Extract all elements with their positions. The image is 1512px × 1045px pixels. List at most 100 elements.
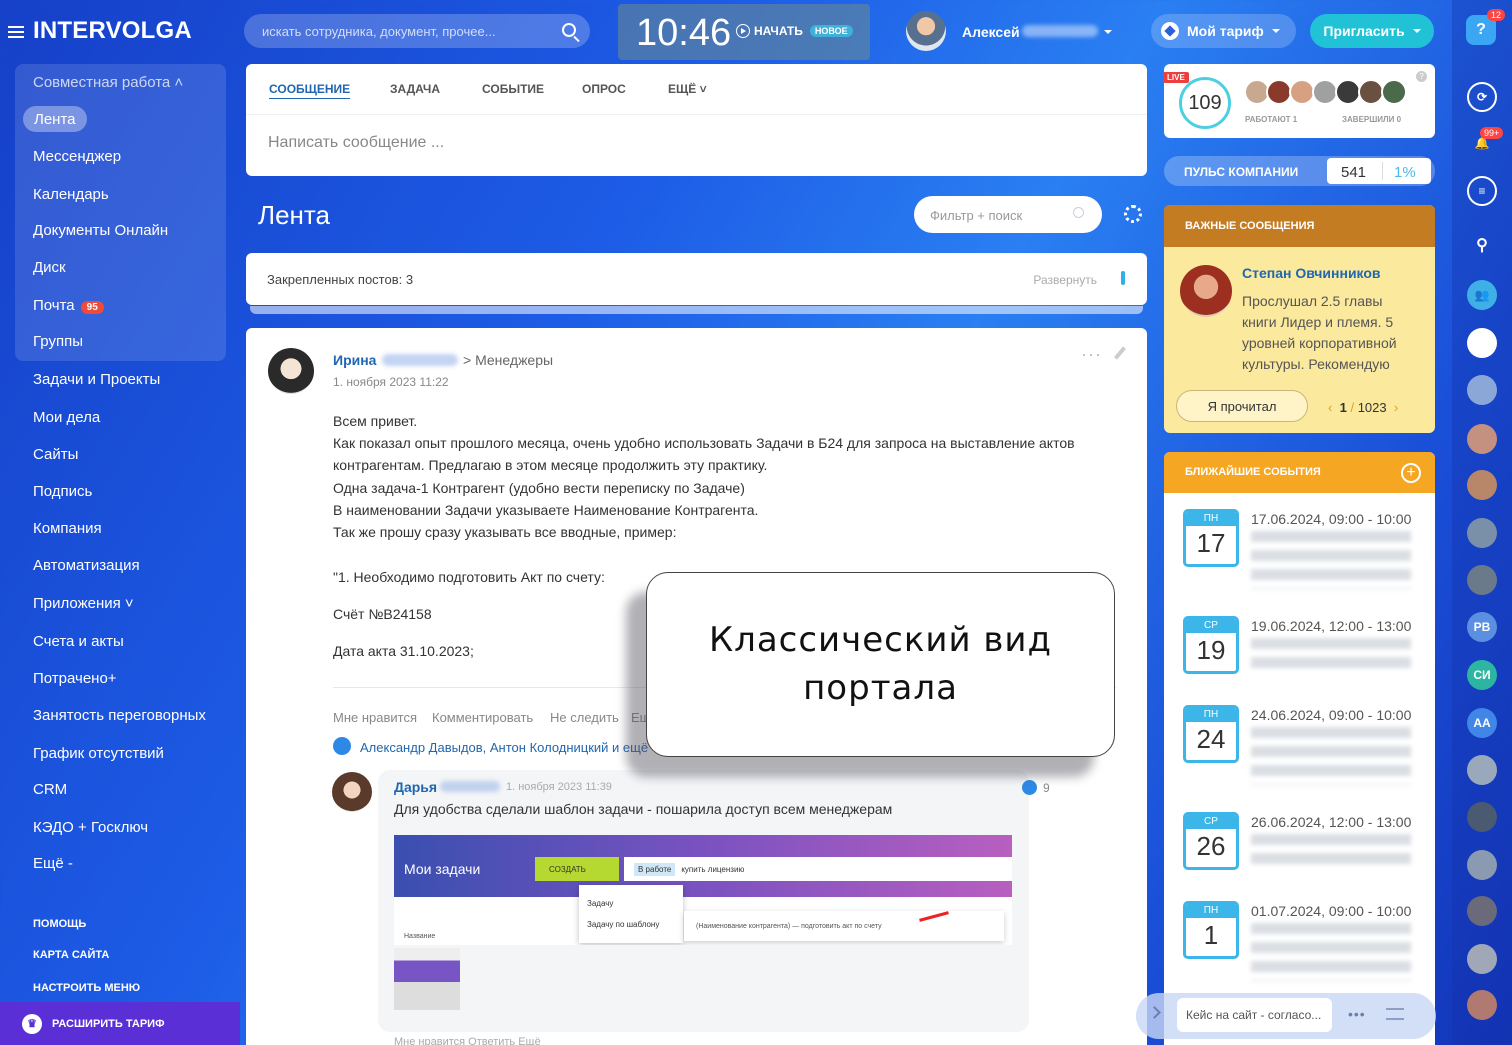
start-workday-button[interactable]: НАЧАТЬ НОВОЕ xyxy=(736,24,853,38)
help-link[interactable]: ПОМОЩЬ xyxy=(33,918,86,930)
sidebar-item-spent[interactable]: Потрачено+ xyxy=(33,670,117,687)
avatar[interactable] xyxy=(1180,265,1232,317)
sidebar-item-sign[interactable]: Подпись xyxy=(33,483,92,500)
like-icon[interactable] xyxy=(1022,780,1037,795)
avatar[interactable] xyxy=(1467,470,1497,500)
chat-icon[interactable]: ≡ xyxy=(1467,176,1497,206)
sidebar-item-feed[interactable]: Лента xyxy=(34,111,76,128)
post-author[interactable]: Ирина xyxy=(333,352,376,368)
worktime-widget[interactable]: 10:46 НАЧАТЬ НОВОЕ xyxy=(618,4,870,60)
comment-author[interactable]: Дарья xyxy=(394,779,437,795)
avatar[interactable] xyxy=(1467,424,1497,454)
important-author[interactable]: Степан Овчинников xyxy=(1242,265,1381,281)
attachment-thumbnail[interactable] xyxy=(394,948,460,1010)
add-event-button[interactable]: + xyxy=(1401,463,1421,483)
avatar[interactable]: РВ xyxy=(1467,612,1497,642)
event-time[interactable]: 19.06.2024, 12:00 - 13:00 xyxy=(1251,618,1411,634)
avatar[interactable] xyxy=(268,348,314,394)
event-title-blurred[interactable] xyxy=(1251,923,1411,981)
feed-filter-input[interactable]: Фильтр + поиск xyxy=(914,196,1102,233)
info-icon[interactable]: ? xyxy=(1416,71,1427,82)
tab-event[interactable]: СОБЫТИЕ xyxy=(482,82,544,96)
chat-preview[interactable]: Кейс на сайт - согласо... xyxy=(1177,998,1332,1032)
event-date[interactable]: ПН 1 xyxy=(1183,901,1239,959)
sidebar-item-company[interactable]: Компания xyxy=(33,520,102,537)
group-chat-icon[interactable]: 👥 xyxy=(1467,280,1497,310)
search-icon[interactable]: ⚲ xyxy=(1467,230,1497,260)
avatar[interactable]: СИ xyxy=(1467,660,1497,690)
event-date[interactable]: СР 19 xyxy=(1183,616,1239,674)
tab-more[interactable]: ЕЩЁ ˅ xyxy=(668,82,707,96)
sidebar-item-kedo[interactable]: КЭДО + Госключ xyxy=(33,819,148,836)
sidebar-item-mail[interactable]: Почта 95 xyxy=(33,297,104,314)
tab-poll[interactable]: ОПРОС xyxy=(582,82,626,96)
pin-icon[interactable] xyxy=(1121,271,1125,285)
avatar[interactable] xyxy=(332,772,372,812)
search-box[interactable] xyxy=(244,14,590,48)
company-pulse[interactable]: ПУЛЬС КОМПАНИИ 541 1% xyxy=(1164,156,1435,186)
like-button[interactable]: Мне нравится xyxy=(333,710,417,725)
upgrade-tariff-button[interactable]: ♛ РАСШИРИТЬ ТАРИФ xyxy=(0,1002,240,1045)
search-icon[interactable] xyxy=(562,23,576,37)
avatar[interactable] xyxy=(1467,328,1497,358)
avatar[interactable] xyxy=(1467,990,1497,1020)
invite-button[interactable]: Пригласить xyxy=(1310,14,1434,48)
avatar[interactable] xyxy=(1467,944,1497,974)
event-date[interactable]: ПН 17 xyxy=(1183,509,1239,567)
more-icon[interactable]: ••• xyxy=(1348,1006,1366,1022)
sidebar-item-groups[interactable]: Группы xyxy=(33,333,83,350)
unfollow-button[interactable]: Не следить xyxy=(550,710,619,725)
sidebar-item-calendar[interactable]: Календарь xyxy=(33,186,109,203)
avatar[interactable] xyxy=(1381,79,1407,105)
likes-list[interactable]: Александр Давыдов, Антон Колодницкий и е… xyxy=(360,740,648,755)
sidebar-item-apps[interactable]: Приложения ˅ xyxy=(33,595,134,612)
event-title-blurred[interactable] xyxy=(1251,727,1411,785)
user-avatar[interactable] xyxy=(906,11,946,51)
avatar[interactable] xyxy=(1467,896,1497,926)
configure-menu-link[interactable]: НАСТРОИТЬ МЕНЮ xyxy=(33,982,140,994)
avatar[interactable] xyxy=(1467,755,1497,785)
menu-icon[interactable] xyxy=(1386,1008,1404,1020)
user-name[interactable]: Алексей xyxy=(962,24,1020,40)
event-time[interactable]: 24.06.2024, 09:00 - 10:00 xyxy=(1251,707,1411,723)
sidebar-item-crm[interactable]: CRM xyxy=(33,781,67,798)
event-title-blurred[interactable] xyxy=(1251,834,1411,872)
gear-icon[interactable] xyxy=(1124,205,1142,223)
chevron-down-icon[interactable] xyxy=(1104,30,1112,34)
attached-screenshot[interactable]: Мои задачи СОЗДАТЬ В работе купить лиценз… xyxy=(394,835,1012,945)
avatar[interactable] xyxy=(1467,518,1497,548)
search-input[interactable] xyxy=(262,14,542,48)
event-time[interactable]: 01.07.2024, 09:00 - 10:00 xyxy=(1251,903,1411,919)
sidebar-item-absence[interactable]: График отсутствий xyxy=(33,745,164,762)
event-title-blurred[interactable] xyxy=(1251,531,1411,589)
sidebar-item-tasks[interactable]: Задачи и Проекты xyxy=(33,371,160,388)
event-time[interactable]: 17.06.2024, 09:00 - 10:00 xyxy=(1251,511,1411,527)
sidebar-item-messenger[interactable]: Мессенджер xyxy=(33,148,121,165)
avatar[interactable] xyxy=(1467,802,1497,832)
tab-message[interactable]: СООБЩЕНИЕ xyxy=(269,82,351,99)
my-tariff-button[interactable]: Мой тариф xyxy=(1151,14,1296,48)
sitemap-link[interactable]: КАРТА САЙТА xyxy=(33,949,109,961)
sidebar-item-invoices[interactable]: Счета и акты xyxy=(33,633,124,650)
more-icon[interactable]: ··· xyxy=(1081,344,1102,365)
sidebar-item-sites[interactable]: Сайты xyxy=(33,446,78,463)
avatar[interactable] xyxy=(1467,850,1497,880)
sidebar-item-more[interactable]: Ещё - xyxy=(33,855,73,872)
event-date[interactable]: ПН 24 xyxy=(1183,705,1239,763)
menu-toggle-icon[interactable] xyxy=(8,26,24,38)
sidebar-item-automation[interactable]: Автоматизация xyxy=(33,557,140,574)
composer-input[interactable]: Написать сообщение ... xyxy=(268,134,444,152)
avatar[interactable]: АА xyxy=(1467,708,1497,738)
event-date[interactable]: СР 26 xyxy=(1183,812,1239,870)
mark-read-button[interactable]: Я прочитал xyxy=(1176,390,1308,422)
avatar[interactable] xyxy=(1467,375,1497,405)
collab-group-label[interactable]: Совместная работа ˄ xyxy=(33,74,183,91)
comment-actions[interactable]: Мне нравится Ответить Ещё xyxy=(394,1036,541,1045)
event-time[interactable]: 26.06.2024, 12:00 - 13:00 xyxy=(1251,814,1411,830)
sidebar-item-todo[interactable]: Мои дела xyxy=(33,409,100,426)
comment-button[interactable]: Комментировать xyxy=(432,710,533,725)
avatar[interactable] xyxy=(1467,565,1497,595)
event-title-blurred[interactable] xyxy=(1251,638,1411,676)
sidebar-item-disk[interactable]: Диск xyxy=(33,259,66,276)
copilot-icon[interactable]: ⟳ xyxy=(1467,82,1497,112)
